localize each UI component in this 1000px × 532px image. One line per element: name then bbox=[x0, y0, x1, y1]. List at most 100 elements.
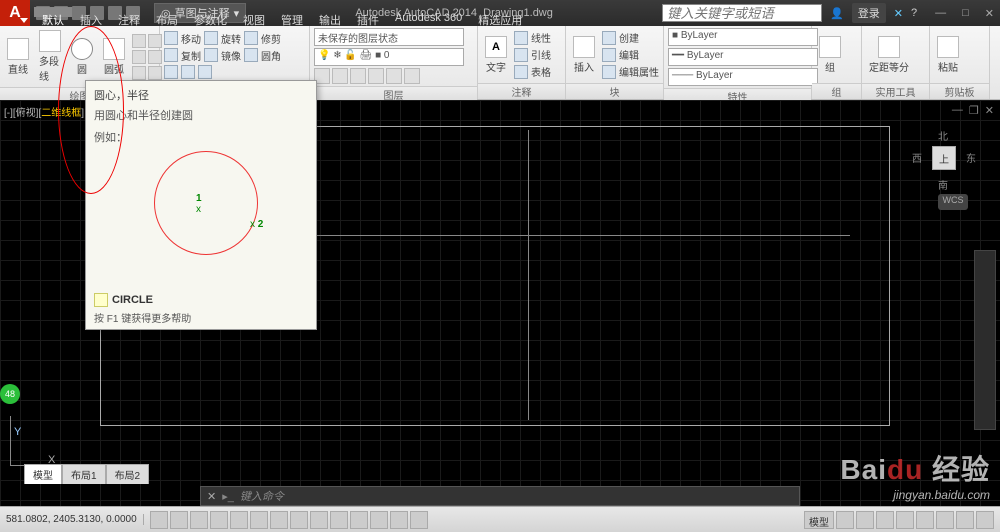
tab-a360[interactable]: Autodesk 360 bbox=[387, 7, 470, 17]
rotate-icon bbox=[204, 31, 218, 45]
layer-lock-icon[interactable] bbox=[386, 68, 402, 84]
copy-button[interactable]: 复制镜像圆角 bbox=[164, 48, 281, 63]
otrack-toggle[interactable] bbox=[270, 511, 288, 529]
tooltip-example-label: 例如： bbox=[94, 129, 308, 145]
layer-state-dd[interactable]: 未保存的图层状态 bbox=[314, 28, 464, 46]
move-button[interactable]: 移动旋转修剪 bbox=[164, 31, 281, 46]
grid-toggle[interactable] bbox=[170, 511, 188, 529]
view-cube[interactable]: 北 西 上 东 南 bbox=[914, 128, 974, 188]
panel-clip-title[interactable]: 剪贴板 bbox=[930, 83, 989, 99]
edit-attr-button[interactable]: 编辑属性 bbox=[602, 64, 659, 79]
circle-button[interactable]: 圆 bbox=[68, 36, 96, 78]
minimize-button[interactable]: — bbox=[935, 7, 946, 20]
am-toggle[interactable] bbox=[410, 511, 428, 529]
panel-block: 插入 创建 编辑 编辑属性 块 bbox=[566, 26, 664, 99]
ducs-toggle[interactable] bbox=[290, 511, 308, 529]
doc-close-icon[interactable]: ✕ bbox=[985, 104, 994, 117]
line-button[interactable]: 直线 bbox=[4, 36, 32, 78]
wcs-indicator[interactable]: WCS bbox=[938, 194, 968, 210]
viewport-label[interactable]: [-][俯视][二维线框] bbox=[4, 104, 84, 119]
draw-flyout-grid[interactable] bbox=[132, 34, 162, 80]
insert-block-button[interactable]: 插入 bbox=[570, 34, 598, 76]
sb-r7[interactable] bbox=[956, 511, 974, 529]
polar-toggle[interactable] bbox=[210, 511, 228, 529]
panel-util-title[interactable]: 实用工具 bbox=[862, 83, 929, 99]
stretch-icon[interactable] bbox=[164, 65, 178, 79]
close-cmd-icon[interactable]: ✕ bbox=[207, 490, 216, 503]
polyline-button[interactable]: 多段线 bbox=[36, 28, 64, 85]
tab-insert[interactable]: 插入 bbox=[72, 7, 110, 17]
panel-group-title[interactable]: 组 bbox=[812, 83, 861, 99]
modelspace-button[interactable]: 模型 bbox=[804, 511, 834, 529]
sb-r1[interactable] bbox=[836, 511, 854, 529]
panel-prop: ■ ByLayer ━━ ByLayer ─── ByLayer 特性 bbox=[664, 26, 812, 99]
crosshair-vertical bbox=[528, 130, 529, 420]
paste-button[interactable]: 粘贴 bbox=[934, 34, 962, 76]
tab-annotate[interactable]: 注释 bbox=[110, 7, 148, 17]
close-button[interactable]: ✕ bbox=[985, 7, 994, 20]
sb-r8[interactable] bbox=[976, 511, 994, 529]
arc-button[interactable]: 圆弧 bbox=[100, 36, 128, 78]
tab-manage[interactable]: 管理 bbox=[273, 7, 311, 17]
coordinate-readout[interactable]: 581.0802, 2405.3130, 0.0000 bbox=[0, 514, 144, 525]
user-icon[interactable]: 👤 bbox=[830, 7, 844, 20]
edit-block-button[interactable]: 编辑 bbox=[602, 47, 659, 62]
tab-parametric[interactable]: 参数化 bbox=[186, 7, 235, 17]
panel-layer: 未保存的图层状态 💡 ❄ 🔓 🖨 ■ 0 图层 bbox=[310, 26, 478, 99]
lineweight-dd[interactable]: ━━ ByLayer bbox=[668, 48, 818, 66]
tab-featured[interactable]: 精选应用 bbox=[470, 7, 530, 17]
navigation-bar[interactable] bbox=[974, 250, 996, 430]
sb-r3[interactable] bbox=[876, 511, 894, 529]
tab-plugins[interactable]: 插件 bbox=[349, 7, 387, 17]
osnap3d-toggle[interactable] bbox=[250, 511, 268, 529]
layer-off-icon[interactable] bbox=[368, 68, 384, 84]
tab-layout1[interactable]: 布局1 bbox=[62, 464, 106, 484]
table-button[interactable]: 表格 bbox=[514, 64, 551, 79]
linear-dim-button[interactable]: 线性 bbox=[514, 30, 551, 45]
text-button[interactable]: A文字 bbox=[482, 34, 510, 76]
app-menu-icon[interactable]: A bbox=[0, 0, 30, 26]
tab-layout[interactable]: 布局 bbox=[148, 7, 186, 17]
tpy-toggle[interactable] bbox=[350, 511, 368, 529]
sb-r2[interactable] bbox=[856, 511, 874, 529]
layer-freeze-icon[interactable] bbox=[350, 68, 366, 84]
panel-annot-title[interactable]: 注释 bbox=[478, 83, 565, 99]
exchange-icon[interactable]: ✕ bbox=[894, 7, 903, 20]
sb-r5[interactable] bbox=[916, 511, 934, 529]
doc-minimize-icon[interactable]: — bbox=[952, 104, 963, 117]
tab-output[interactable]: 输出 bbox=[311, 7, 349, 17]
sb-r4[interactable] bbox=[896, 511, 914, 529]
search-input[interactable] bbox=[662, 4, 822, 22]
lwt-toggle[interactable] bbox=[330, 511, 348, 529]
layer-dd[interactable]: 💡 ❄ 🔓 🖨 ■ 0 bbox=[314, 48, 464, 66]
tab-view[interactable]: 视图 bbox=[235, 7, 273, 17]
status-bar: 581.0802, 2405.3130, 0.0000 模型 bbox=[0, 506, 1000, 532]
panel-block-title[interactable]: 块 bbox=[566, 83, 663, 99]
leader-button[interactable]: 引线 bbox=[514, 47, 551, 62]
ortho-toggle[interactable] bbox=[190, 511, 208, 529]
command-line[interactable]: ✕ ▸_ 键入命令 bbox=[200, 486, 800, 506]
tab-layout2[interactable]: 布局2 bbox=[106, 464, 150, 484]
dyn-toggle[interactable] bbox=[310, 511, 328, 529]
array-icon[interactable] bbox=[198, 65, 212, 79]
doc-restore-icon[interactable]: ❐ bbox=[969, 104, 979, 117]
linetype-dd[interactable]: ─── ByLayer bbox=[668, 68, 818, 86]
tab-default[interactable]: 默认 bbox=[34, 7, 72, 17]
scale-icon[interactable] bbox=[181, 65, 195, 79]
qp-toggle[interactable] bbox=[370, 511, 388, 529]
measure-button[interactable]: 定距等分 bbox=[866, 34, 912, 76]
help-icon[interactable]: ? bbox=[911, 7, 917, 19]
create-block-button[interactable]: 创建 bbox=[602, 30, 659, 45]
sb-r6[interactable] bbox=[936, 511, 954, 529]
layer-match-icon[interactable] bbox=[404, 68, 420, 84]
login-button[interactable]: 登录 bbox=[852, 3, 886, 23]
tab-model[interactable]: 模型 bbox=[24, 464, 62, 484]
group-button[interactable]: 组 bbox=[816, 34, 844, 76]
maximize-button[interactable]: □ bbox=[962, 7, 969, 20]
snap-toggle[interactable] bbox=[150, 511, 168, 529]
osnap-toggle[interactable] bbox=[230, 511, 248, 529]
color-dd[interactable]: ■ ByLayer bbox=[668, 28, 818, 46]
sc-toggle[interactable] bbox=[390, 511, 408, 529]
crosshair-horizontal bbox=[290, 235, 850, 236]
layer-iso-icon[interactable] bbox=[332, 68, 348, 84]
